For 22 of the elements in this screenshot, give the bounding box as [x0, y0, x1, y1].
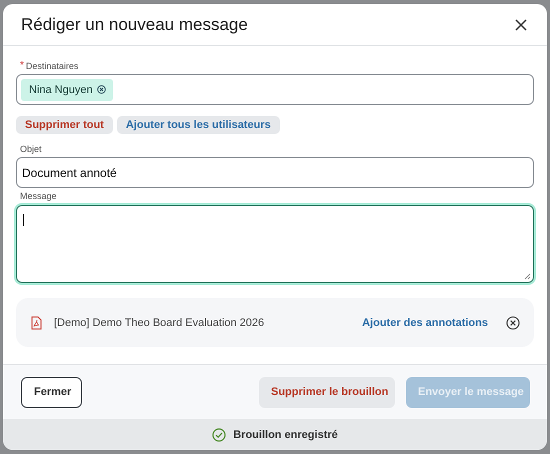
field-label: Message [20, 191, 57, 201]
field-label: Objet [20, 144, 42, 154]
check-circle-icon [212, 428, 226, 442]
dialog-title: Rédiger un nouveau message [21, 14, 248, 34]
status-text: Brouillon enregistré [233, 428, 338, 440]
field-label: Destinataires [26, 61, 78, 71]
footer-button[interactable]: Supprimer le brouillon [259, 376, 395, 408]
action-button[interactable]: Supprimer tout [16, 116, 113, 134]
footer-button[interactable]: Fermer [21, 376, 82, 408]
attachment-name: [Demo] Demo Theo Board Evaluation 2026 [54, 316, 266, 328]
resize-grip-icon[interactable] [524, 273, 531, 280]
recipient-chip[interactable]: Nina Nguyen [21, 78, 113, 100]
remove-icon[interactable] [506, 316, 520, 330]
recipients-field[interactable]: Nina Nguyen [16, 74, 534, 105]
subject-field[interactable]: Document annoté [16, 157, 534, 188]
remove-icon[interactable] [96, 85, 106, 94]
action-button[interactable]: Ajouter tous les utilisateurs [116, 116, 280, 134]
pdf-file-icon [31, 316, 42, 330]
annotate-link[interactable]: Ajouter des annotations [362, 316, 488, 328]
message-field[interactable] [16, 205, 534, 283]
close-icon[interactable] [513, 16, 529, 32]
required-mark: * [20, 60, 24, 71]
